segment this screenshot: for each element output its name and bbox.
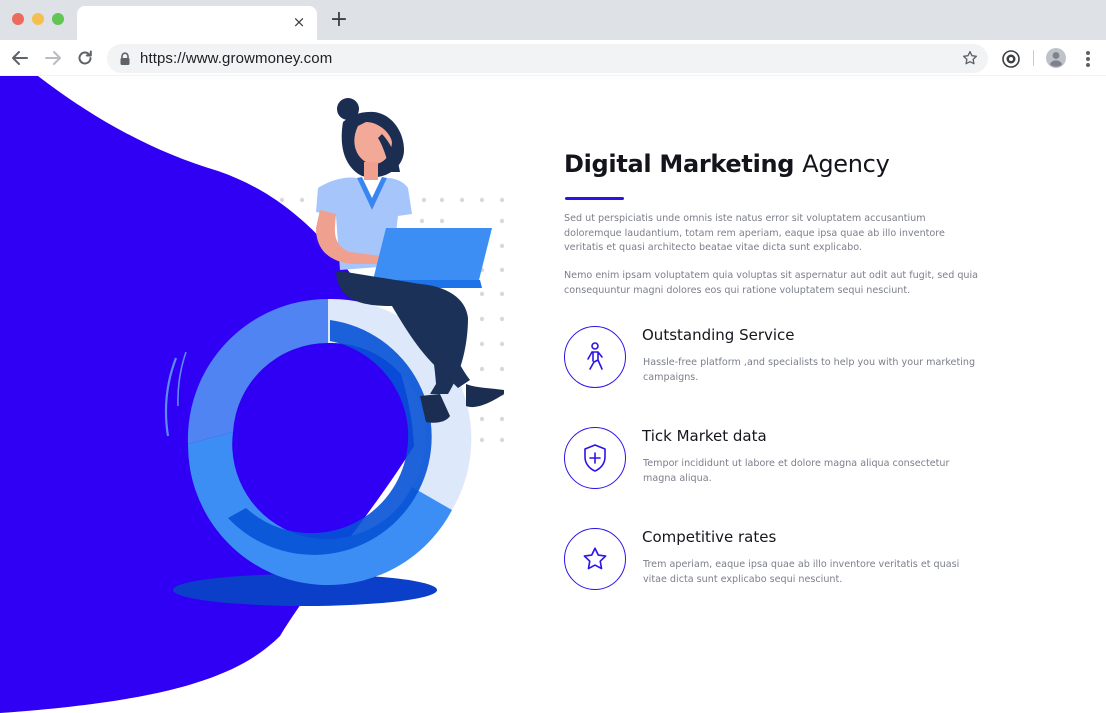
- window-close-button[interactable]: [12, 13, 24, 25]
- title-underline: [565, 197, 624, 200]
- feature-title: Competitive rates: [642, 528, 777, 546]
- profile-icon[interactable]: [1046, 48, 1066, 68]
- new-tab-button[interactable]: +: [328, 9, 350, 31]
- browser-toolbar: https://www.growmoney.com: [0, 40, 1106, 76]
- reload-icon[interactable]: [73, 47, 97, 69]
- feature-competitive-rates: Competitive rates Trem aperiam, eaque ip…: [564, 528, 984, 594]
- page-title: Digital Marketing Agency: [564, 150, 890, 178]
- star-icon[interactable]: [961, 49, 979, 67]
- url-text: https://www.growmoney.com: [140, 50, 333, 67]
- toolbar-divider: [1033, 50, 1034, 66]
- web-page: Digital Marketing Agency Sed ut perspici…: [0, 76, 1106, 713]
- intro-paragraph-2: Nemo enim ipsam voluptatem quia voluptas…: [564, 270, 979, 296]
- feature-outstanding-service: Outstanding Service Hassle-free platform…: [564, 326, 984, 392]
- tab-strip: × +: [0, 0, 1106, 40]
- page-title-light: Agency: [802, 150, 890, 178]
- intro-paragraph-1: Sed ut perspiciatis unde omnis iste natu…: [564, 213, 945, 253]
- feature-description: Trem aperiam, eaque ipsa quae ab illo in…: [643, 559, 960, 585]
- forward-arrow-icon[interactable]: [41, 47, 65, 69]
- walking-person-icon: [564, 326, 626, 388]
- hero-illustration: [0, 76, 505, 713]
- address-bar[interactable]: https://www.growmoney.com: [107, 44, 988, 73]
- tab-close-icon[interactable]: ×: [289, 12, 309, 32]
- star-outline-icon: [564, 528, 626, 590]
- window-maximize-button[interactable]: [52, 13, 64, 25]
- page-title-bold: Digital Marketing: [564, 150, 795, 178]
- feature-description: Tempor incididunt ut labore et dolore ma…: [643, 458, 950, 484]
- feature-title: Outstanding Service: [642, 326, 795, 344]
- shield-plus-icon: [564, 427, 626, 489]
- window-minimize-button[interactable]: [32, 13, 44, 25]
- feature-tick-market-data: Tick Market data Tempor incididunt ut la…: [564, 427, 984, 493]
- lock-icon: [119, 51, 131, 65]
- extension-icon[interactable]: [1001, 49, 1021, 69]
- feature-description: Hassle-free platform ,and specialists to…: [643, 357, 976, 383]
- browser-tab-active[interactable]: ×: [77, 6, 317, 40]
- feature-title: Tick Market data: [642, 427, 767, 445]
- back-arrow-icon[interactable]: [8, 47, 32, 69]
- kebab-menu-icon[interactable]: [1081, 49, 1095, 69]
